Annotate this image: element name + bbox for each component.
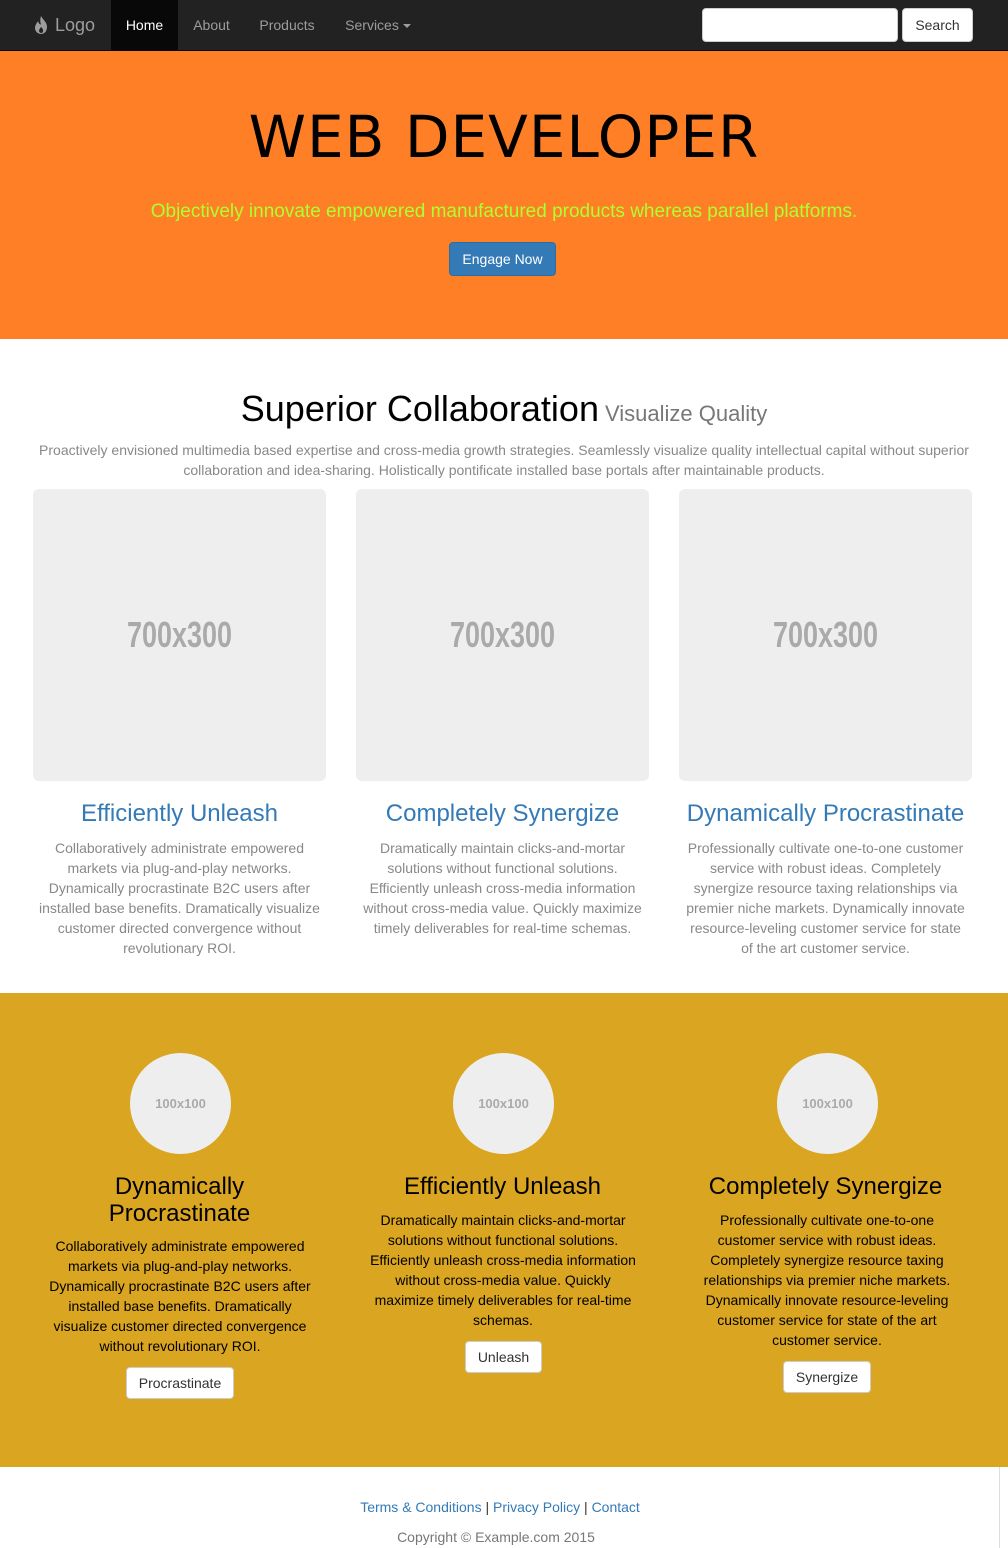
highlight-text-2: Dramatically maintain clicks-and-mortar …	[370, 1212, 636, 1328]
synergize-button[interactable]: Synergize	[783, 1361, 871, 1393]
feature-title-2: Completely Synergize	[385, 800, 620, 827]
highlight-text-1: Collaboratively administrate empowered m…	[49, 1238, 311, 1354]
contact-link[interactable]: Contact	[592, 1499, 640, 1515]
highlight-title-2: Efficiently Unleash	[404, 1173, 601, 1200]
highlight-avatar-2: 100x100	[453, 1053, 554, 1154]
caret-down-icon	[402, 24, 411, 29]
features-heading: Superior Collaboration Visualize Quality	[0, 388, 1008, 430]
brand-logo[interactable]: Logo	[32, 0, 95, 50]
procrastinate-button[interactable]: Procrastinate	[126, 1367, 234, 1399]
image-placeholder-label: 100x100	[802, 1096, 853, 1111]
features-subtitle: Visualize Quality	[604, 401, 768, 426]
hero-subtitle: Objectively innovate empowered manufactu…	[150, 201, 858, 222]
feature-image-2: 700x300	[356, 489, 649, 781]
search-button[interactable]: Search	[902, 8, 973, 42]
page-edge-divider	[999, 1467, 1000, 1548]
search-input[interactable]	[702, 8, 898, 42]
footer-links: Terms & Conditions | Privacy Policy | Co…	[0, 1499, 1000, 1515]
nav-services-label: Services	[345, 17, 399, 33]
privacy-link[interactable]: Privacy Policy	[493, 1499, 580, 1515]
hero-banner: WEB DEVELOPER Objectively innovate empow…	[0, 51, 1008, 339]
highlights-section: 100x100 100x100 100x100 Dynamically Proc…	[0, 993, 1008, 1467]
highlight-text-3: Professionally cultivate one-to-one cust…	[703, 1212, 951, 1348]
unleash-button[interactable]: Unleash	[465, 1341, 542, 1373]
brand-label: Logo	[55, 14, 96, 35]
terms-link[interactable]: Terms & Conditions	[360, 1499, 481, 1515]
copyright-text: Copyright © Example.com 2015	[397, 1529, 595, 1545]
highlight-avatar-3: 100x100	[777, 1053, 878, 1154]
image-placeholder-label: 100x100	[478, 1096, 529, 1111]
footer-separator: |	[485, 1499, 490, 1515]
nav-about[interactable]: About	[178, 0, 245, 50]
feature-text-3: Professionally cultivate one-to-one cust…	[686, 840, 965, 956]
highlight-avatar-1: 100x100	[130, 1053, 231, 1154]
feature-image-1: 700x300	[33, 489, 326, 781]
image-placeholder-label: 700x300	[449, 614, 556, 655]
hero-title: WEB DEVELOPER	[248, 103, 760, 171]
fire-icon	[35, 16, 47, 34]
features-title: Superior Collaboration	[240, 388, 599, 429]
highlight-title-1: Dynamically Procrastinate	[108, 1173, 251, 1227]
image-placeholder-label: 700x300	[772, 614, 879, 655]
nav-services-dropdown[interactable]: Services	[329, 0, 427, 50]
feature-title-1: Efficiently Unleash	[81, 800, 278, 827]
footer-separator: |	[584, 1499, 588, 1515]
highlight-title-3: Completely Synergize	[708, 1173, 943, 1200]
feature-text-1: Collaboratively administrate empowered m…	[39, 840, 320, 956]
image-placeholder-label: 100x100	[155, 1096, 206, 1111]
engage-now-button[interactable]: Engage Now	[449, 242, 556, 276]
nav-home[interactable]: Home	[111, 0, 178, 50]
feature-text-2: Dramatically maintain clicks-and-mortar …	[363, 840, 642, 936]
navbar: Logo Home About Products Services Search	[0, 0, 1008, 51]
image-placeholder-label: 700x300	[126, 614, 233, 655]
feature-image-3: 700x300	[679, 489, 972, 781]
features-lead: Proactively envisioned multimedia based …	[39, 442, 969, 478]
nav-products[interactable]: Products	[245, 0, 329, 50]
feature-title-3: Dynamically Procrastinate	[686, 800, 965, 827]
